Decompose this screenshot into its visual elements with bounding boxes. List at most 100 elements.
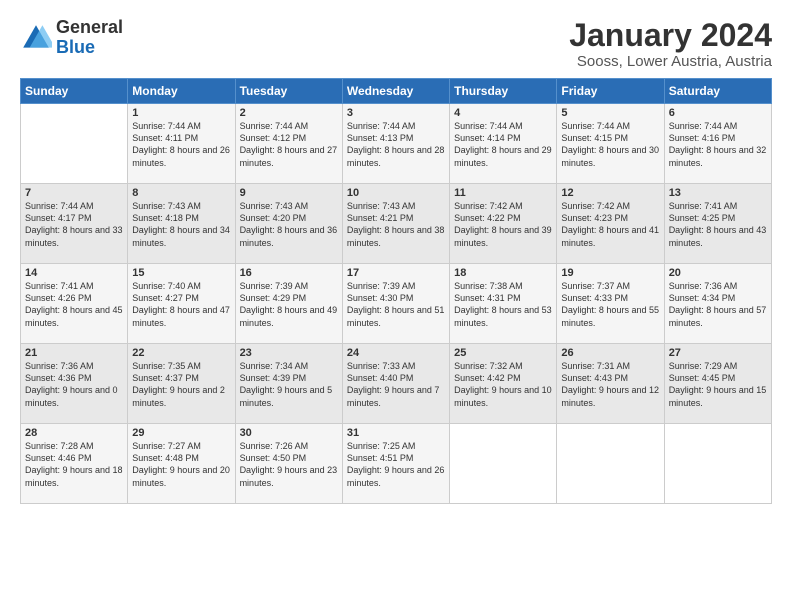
day-number: 29 (132, 427, 230, 439)
calendar-week-5: 28Sunrise: 7:28 AMSunset: 4:46 PMDayligh… (21, 424, 772, 504)
calendar-cell (21, 104, 128, 184)
logo-line2: Blue (56, 37, 95, 57)
header-saturday: Saturday (664, 79, 771, 104)
calendar-cell (664, 424, 771, 504)
day-info: Sunrise: 7:36 AMSunset: 4:34 PMDaylight:… (669, 280, 767, 329)
header-monday: Monday (128, 79, 235, 104)
day-info: Sunrise: 7:37 AMSunset: 4:33 PMDaylight:… (561, 280, 659, 329)
day-info: Sunrise: 7:44 AMSunset: 4:15 PMDaylight:… (561, 120, 659, 169)
calendar-cell: 1Sunrise: 7:44 AMSunset: 4:11 PMDaylight… (128, 104, 235, 184)
calendar-cell: 31Sunrise: 7:25 AMSunset: 4:51 PMDayligh… (342, 424, 449, 504)
calendar-cell: 11Sunrise: 7:42 AMSunset: 4:22 PMDayligh… (450, 184, 557, 264)
day-number: 24 (347, 347, 445, 359)
day-info: Sunrise: 7:41 AMSunset: 4:26 PMDaylight:… (25, 280, 123, 329)
day-info: Sunrise: 7:25 AMSunset: 4:51 PMDaylight:… (347, 440, 445, 489)
calendar-cell: 20Sunrise: 7:36 AMSunset: 4:34 PMDayligh… (664, 264, 771, 344)
day-number: 10 (347, 187, 445, 199)
day-number: 18 (454, 267, 552, 279)
calendar-cell: 10Sunrise: 7:43 AMSunset: 4:21 PMDayligh… (342, 184, 449, 264)
calendar-cell (450, 424, 557, 504)
day-info: Sunrise: 7:40 AMSunset: 4:27 PMDaylight:… (132, 280, 230, 329)
calendar-cell: 14Sunrise: 7:41 AMSunset: 4:26 PMDayligh… (21, 264, 128, 344)
day-number: 2 (240, 107, 338, 119)
day-info: Sunrise: 7:31 AMSunset: 4:43 PMDaylight:… (561, 360, 659, 409)
day-info: Sunrise: 7:44 AMSunset: 4:17 PMDaylight:… (25, 200, 123, 249)
calendar-cell: 12Sunrise: 7:42 AMSunset: 4:23 PMDayligh… (557, 184, 664, 264)
header-thursday: Thursday (450, 79, 557, 104)
calendar-cell: 26Sunrise: 7:31 AMSunset: 4:43 PMDayligh… (557, 344, 664, 424)
calendar-cell: 3Sunrise: 7:44 AMSunset: 4:13 PMDaylight… (342, 104, 449, 184)
day-number: 21 (25, 347, 123, 359)
calendar-week-1: 1Sunrise: 7:44 AMSunset: 4:11 PMDaylight… (21, 104, 772, 184)
day-number: 9 (240, 187, 338, 199)
day-info: Sunrise: 7:42 AMSunset: 4:23 PMDaylight:… (561, 200, 659, 249)
day-number: 17 (347, 267, 445, 279)
day-info: Sunrise: 7:35 AMSunset: 4:37 PMDaylight:… (132, 360, 230, 409)
day-number: 1 (132, 107, 230, 119)
day-number: 16 (240, 267, 338, 279)
day-number: 28 (25, 427, 123, 439)
day-info: Sunrise: 7:28 AMSunset: 4:46 PMDaylight:… (25, 440, 123, 489)
day-info: Sunrise: 7:44 AMSunset: 4:12 PMDaylight:… (240, 120, 338, 169)
day-number: 13 (669, 187, 767, 199)
day-info: Sunrise: 7:29 AMSunset: 4:45 PMDaylight:… (669, 360, 767, 409)
calendar-cell: 4Sunrise: 7:44 AMSunset: 4:14 PMDaylight… (450, 104, 557, 184)
day-number: 27 (669, 347, 767, 359)
day-number: 14 (25, 267, 123, 279)
calendar-cell: 6Sunrise: 7:44 AMSunset: 4:16 PMDaylight… (664, 104, 771, 184)
logo-text: General Blue (56, 18, 123, 58)
day-info: Sunrise: 7:44 AMSunset: 4:14 PMDaylight:… (454, 120, 552, 169)
day-number: 8 (132, 187, 230, 199)
subtitle: Sooss, Lower Austria, Austria (569, 53, 772, 70)
day-info: Sunrise: 7:26 AMSunset: 4:50 PMDaylight:… (240, 440, 338, 489)
calendar-week-3: 14Sunrise: 7:41 AMSunset: 4:26 PMDayligh… (21, 264, 772, 344)
calendar-cell: 8Sunrise: 7:43 AMSunset: 4:18 PMDaylight… (128, 184, 235, 264)
day-number: 5 (561, 107, 659, 119)
calendar-cell: 22Sunrise: 7:35 AMSunset: 4:37 PMDayligh… (128, 344, 235, 424)
day-info: Sunrise: 7:38 AMSunset: 4:31 PMDaylight:… (454, 280, 552, 329)
day-info: Sunrise: 7:36 AMSunset: 4:36 PMDaylight:… (25, 360, 123, 409)
logo-icon (20, 22, 52, 54)
day-info: Sunrise: 7:39 AMSunset: 4:30 PMDaylight:… (347, 280, 445, 329)
calendar-cell: 7Sunrise: 7:44 AMSunset: 4:17 PMDaylight… (21, 184, 128, 264)
calendar-cell: 24Sunrise: 7:33 AMSunset: 4:40 PMDayligh… (342, 344, 449, 424)
day-number: 3 (347, 107, 445, 119)
day-number: 7 (25, 187, 123, 199)
calendar-cell: 13Sunrise: 7:41 AMSunset: 4:25 PMDayligh… (664, 184, 771, 264)
day-number: 23 (240, 347, 338, 359)
day-number: 4 (454, 107, 552, 119)
calendar-cell: 23Sunrise: 7:34 AMSunset: 4:39 PMDayligh… (235, 344, 342, 424)
calendar-cell: 25Sunrise: 7:32 AMSunset: 4:42 PMDayligh… (450, 344, 557, 424)
calendar-week-4: 21Sunrise: 7:36 AMSunset: 4:36 PMDayligh… (21, 344, 772, 424)
logo-line1: General (56, 17, 123, 37)
weekday-header-row: Sunday Monday Tuesday Wednesday Thursday… (21, 79, 772, 104)
day-info: Sunrise: 7:44 AMSunset: 4:16 PMDaylight:… (669, 120, 767, 169)
calendar-cell: 5Sunrise: 7:44 AMSunset: 4:15 PMDaylight… (557, 104, 664, 184)
day-number: 31 (347, 427, 445, 439)
day-number: 20 (669, 267, 767, 279)
day-number: 12 (561, 187, 659, 199)
day-info: Sunrise: 7:44 AMSunset: 4:13 PMDaylight:… (347, 120, 445, 169)
calendar-cell (557, 424, 664, 504)
title-area: January 2024 Sooss, Lower Austria, Austr… (569, 18, 772, 70)
calendar-cell: 15Sunrise: 7:40 AMSunset: 4:27 PMDayligh… (128, 264, 235, 344)
day-number: 15 (132, 267, 230, 279)
header-sunday: Sunday (21, 79, 128, 104)
header-friday: Friday (557, 79, 664, 104)
day-info: Sunrise: 7:27 AMSunset: 4:48 PMDaylight:… (132, 440, 230, 489)
calendar-cell: 27Sunrise: 7:29 AMSunset: 4:45 PMDayligh… (664, 344, 771, 424)
day-number: 22 (132, 347, 230, 359)
calendar-cell: 28Sunrise: 7:28 AMSunset: 4:46 PMDayligh… (21, 424, 128, 504)
day-info: Sunrise: 7:42 AMSunset: 4:22 PMDaylight:… (454, 200, 552, 249)
header: General Blue January 2024 Sooss, Lower A… (20, 18, 772, 70)
calendar-cell: 21Sunrise: 7:36 AMSunset: 4:36 PMDayligh… (21, 344, 128, 424)
day-info: Sunrise: 7:43 AMSunset: 4:18 PMDaylight:… (132, 200, 230, 249)
main-title: January 2024 (569, 18, 772, 53)
day-info: Sunrise: 7:41 AMSunset: 4:25 PMDaylight:… (669, 200, 767, 249)
day-info: Sunrise: 7:32 AMSunset: 4:42 PMDaylight:… (454, 360, 552, 409)
day-number: 30 (240, 427, 338, 439)
logo: General Blue (20, 18, 123, 58)
day-number: 6 (669, 107, 767, 119)
calendar-cell: 16Sunrise: 7:39 AMSunset: 4:29 PMDayligh… (235, 264, 342, 344)
calendar-table: Sunday Monday Tuesday Wednesday Thursday… (20, 78, 772, 504)
